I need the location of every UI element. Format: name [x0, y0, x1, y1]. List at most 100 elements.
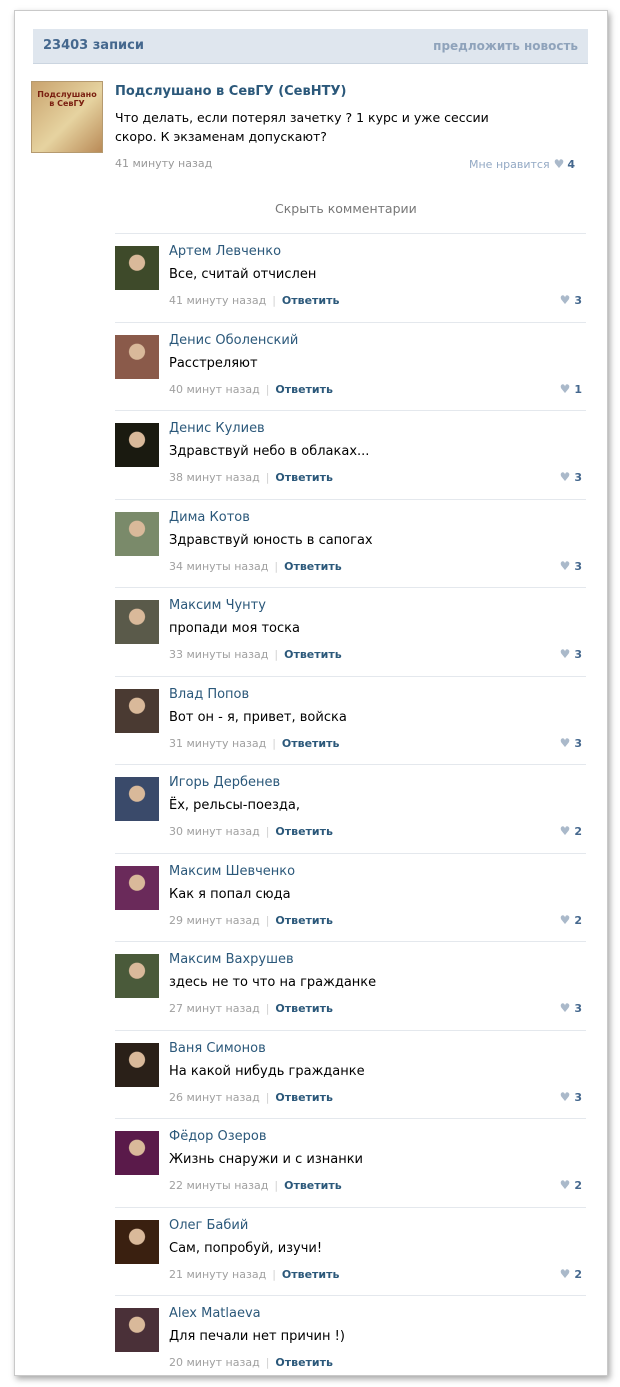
comment-time[interactable]: 26 минут назад — [169, 1091, 260, 1104]
comment-author[interactable]: Максим Шевченко — [169, 864, 295, 879]
reply-link[interactable]: Ответить — [284, 648, 342, 661]
suggest-news-link[interactable]: предложить новость — [433, 39, 578, 53]
separator: | — [272, 736, 276, 750]
comment-time[interactable]: 20 минут назад — [169, 1356, 260, 1369]
post-time[interactable]: 41 минуту назад — [115, 157, 212, 170]
reply-link[interactable]: Ответить — [275, 383, 333, 396]
comment-author[interactable]: Дима Котов — [169, 510, 250, 525]
separator: | — [274, 648, 279, 661]
comment-avatar[interactable] — [115, 865, 159, 910]
reply-link[interactable]: Ответить — [275, 1091, 333, 1104]
comment-like-count: 2 — [574, 1179, 582, 1192]
comment-author[interactable]: Alex Matlaeva — [169, 1306, 261, 1321]
reply-link[interactable]: Ответить — [284, 1179, 342, 1192]
comment-avatar[interactable] — [115, 1219, 159, 1264]
comment-time[interactable]: 34 минуты назад — [169, 560, 268, 573]
comment-meta: 27 минут назад | Ответить — [169, 1002, 333, 1015]
comment-like-button[interactable]: ♥ 3 — [560, 736, 582, 750]
comment-like-button[interactable]: ♥ 2 — [560, 1267, 582, 1281]
wall-header: 23403 записи предложить новость — [33, 29, 588, 64]
comment-author[interactable]: Олег Бабий — [169, 1218, 248, 1233]
reply-link[interactable]: Ответить — [275, 471, 333, 484]
separator: | — [265, 1002, 270, 1015]
comment-time[interactable]: 21 минуту назад — [169, 1268, 266, 1281]
comment-like-button[interactable]: ♥ 3 — [560, 647, 582, 661]
reply-link[interactable]: Ответить — [282, 294, 340, 307]
comment-meta: 33 минуты назад | Ответить — [169, 648, 342, 661]
comment-like-count: 2 — [574, 1267, 582, 1281]
comment-meta: 26 минут назад | Ответить — [169, 1091, 333, 1104]
comment-time[interactable]: 27 минут назад — [169, 1002, 260, 1015]
comment-avatar[interactable] — [115, 423, 159, 467]
post-count[interactable]: 23403 записи — [43, 38, 144, 53]
separator: | — [272, 1267, 276, 1281]
comment-avatar[interactable] — [115, 1042, 159, 1087]
comment-author[interactable]: Фёдор Озеров — [169, 1129, 267, 1144]
comment-like-button[interactable]: ♥ 3 — [560, 559, 582, 573]
comment-text: Сам, попробуй, изучи! — [169, 1240, 323, 1256]
comment-time[interactable]: 22 минуты назад — [169, 1179, 268, 1192]
comment-time[interactable]: 38 минут назад — [169, 471, 260, 484]
reply-link[interactable]: Ответить — [284, 560, 342, 573]
reply-link[interactable]: Ответить — [275, 825, 333, 838]
comment-author[interactable]: Влад Попов — [169, 687, 249, 702]
reply-link[interactable]: Ответить — [282, 1268, 340, 1281]
comment-time[interactable]: 40 минут назад — [169, 383, 260, 396]
comment-meta: 29 минут назад | Ответить — [169, 914, 333, 927]
comment-author[interactable]: Игорь Дербенев — [169, 775, 280, 790]
comment-author[interactable]: Денис Оболенский — [169, 333, 298, 348]
comment-avatar[interactable] — [115, 1308, 159, 1352]
comment-author[interactable]: Ваня Симонов — [169, 1041, 266, 1056]
reply-link[interactable]: Ответить — [275, 914, 333, 927]
comment-like-button[interactable]: ♥ 2 — [560, 824, 582, 838]
comment-like-button[interactable]: ♥ 3 — [560, 293, 582, 307]
comment-item: Максим Чунту пропади моя тоска 33 минуты… — [115, 587, 586, 676]
comment-like-count: 3 — [574, 1002, 582, 1015]
comment-text: Все, считай отчислен — [169, 267, 317, 282]
separator: | — [265, 1090, 270, 1104]
hide-comments-link[interactable]: Скрыть комментарии — [275, 201, 417, 216]
comment-item: Дима Котов Здравствуй юность в сапогах 3… — [115, 498, 586, 588]
comment-item: Максим Шевченко Как я попал сюда 29 мину… — [115, 852, 586, 942]
reply-link[interactable]: Ответить — [282, 737, 340, 750]
comment-item: Alex Matlaeva Для печали нет причин !) 2… — [115, 1295, 586, 1384]
separator: | — [274, 1179, 279, 1192]
comment-like-count: 3 — [574, 648, 582, 661]
comment-like-count: 2 — [574, 825, 582, 838]
reply-link[interactable]: Ответить — [275, 1002, 333, 1015]
heart-icon: ♥ — [559, 735, 571, 750]
comment-text: Для печали нет причин !) — [169, 1329, 345, 1344]
comment-author[interactable]: Максим Чунту — [169, 598, 266, 613]
comment-avatar[interactable] — [115, 777, 159, 821]
comment-avatar[interactable] — [115, 246, 159, 290]
comment-avatar[interactable] — [115, 1131, 159, 1175]
comment-avatar[interactable] — [115, 334, 159, 379]
comment-item: Фёдор Озеров Жизнь снаружи и с изнанки 2… — [115, 1118, 586, 1207]
comment-avatar[interactable] — [115, 600, 159, 644]
comment-like-button[interactable]: ♥ 3 — [560, 1001, 582, 1015]
comment-author[interactable]: Максим Вахрушев — [169, 952, 294, 967]
comment-like-button[interactable]: ♥ 3 — [560, 470, 582, 484]
comment-like-button[interactable]: ♥ 3 — [560, 1090, 582, 1104]
community-avatar[interactable]: Подслушано в СевГУ — [31, 81, 103, 153]
comment-avatar[interactable] — [115, 688, 159, 733]
comment-like-count: 3 — [574, 294, 582, 307]
comment-time[interactable]: 41 минуту назад — [169, 294, 266, 307]
comment-text: Жизнь снаружи и с изнанки — [169, 1152, 363, 1167]
comment-text: здесь не то что на гражданке — [169, 975, 377, 990]
comment-time[interactable]: 33 минуты назад — [169, 648, 268, 661]
comment-text: Ёх, рельсы-поезда, — [169, 798, 300, 813]
post-like-button[interactable]: Мне нравится ♥ 4 — [469, 157, 575, 171]
comment-time[interactable]: 30 минут назад — [169, 825, 260, 838]
comment-author[interactable]: Артем Левченко — [169, 244, 281, 259]
comment-like-button[interactable]: ♥ 2 — [560, 913, 582, 927]
comment-time[interactable]: 31 минуту назад — [169, 737, 266, 750]
post-author[interactable]: Подслушано в СевГУ (СевНТУ) — [115, 84, 346, 99]
comment-avatar[interactable] — [115, 954, 159, 998]
reply-link[interactable]: Ответить — [275, 1356, 333, 1369]
comment-like-button[interactable]: ♥ 2 — [560, 1178, 582, 1192]
comment-time[interactable]: 29 минут назад — [169, 914, 260, 927]
comment-author[interactable]: Денис Кулиев — [169, 421, 265, 436]
comment-like-button[interactable]: ♥ 1 — [560, 382, 582, 396]
comment-avatar[interactable] — [115, 511, 159, 556]
